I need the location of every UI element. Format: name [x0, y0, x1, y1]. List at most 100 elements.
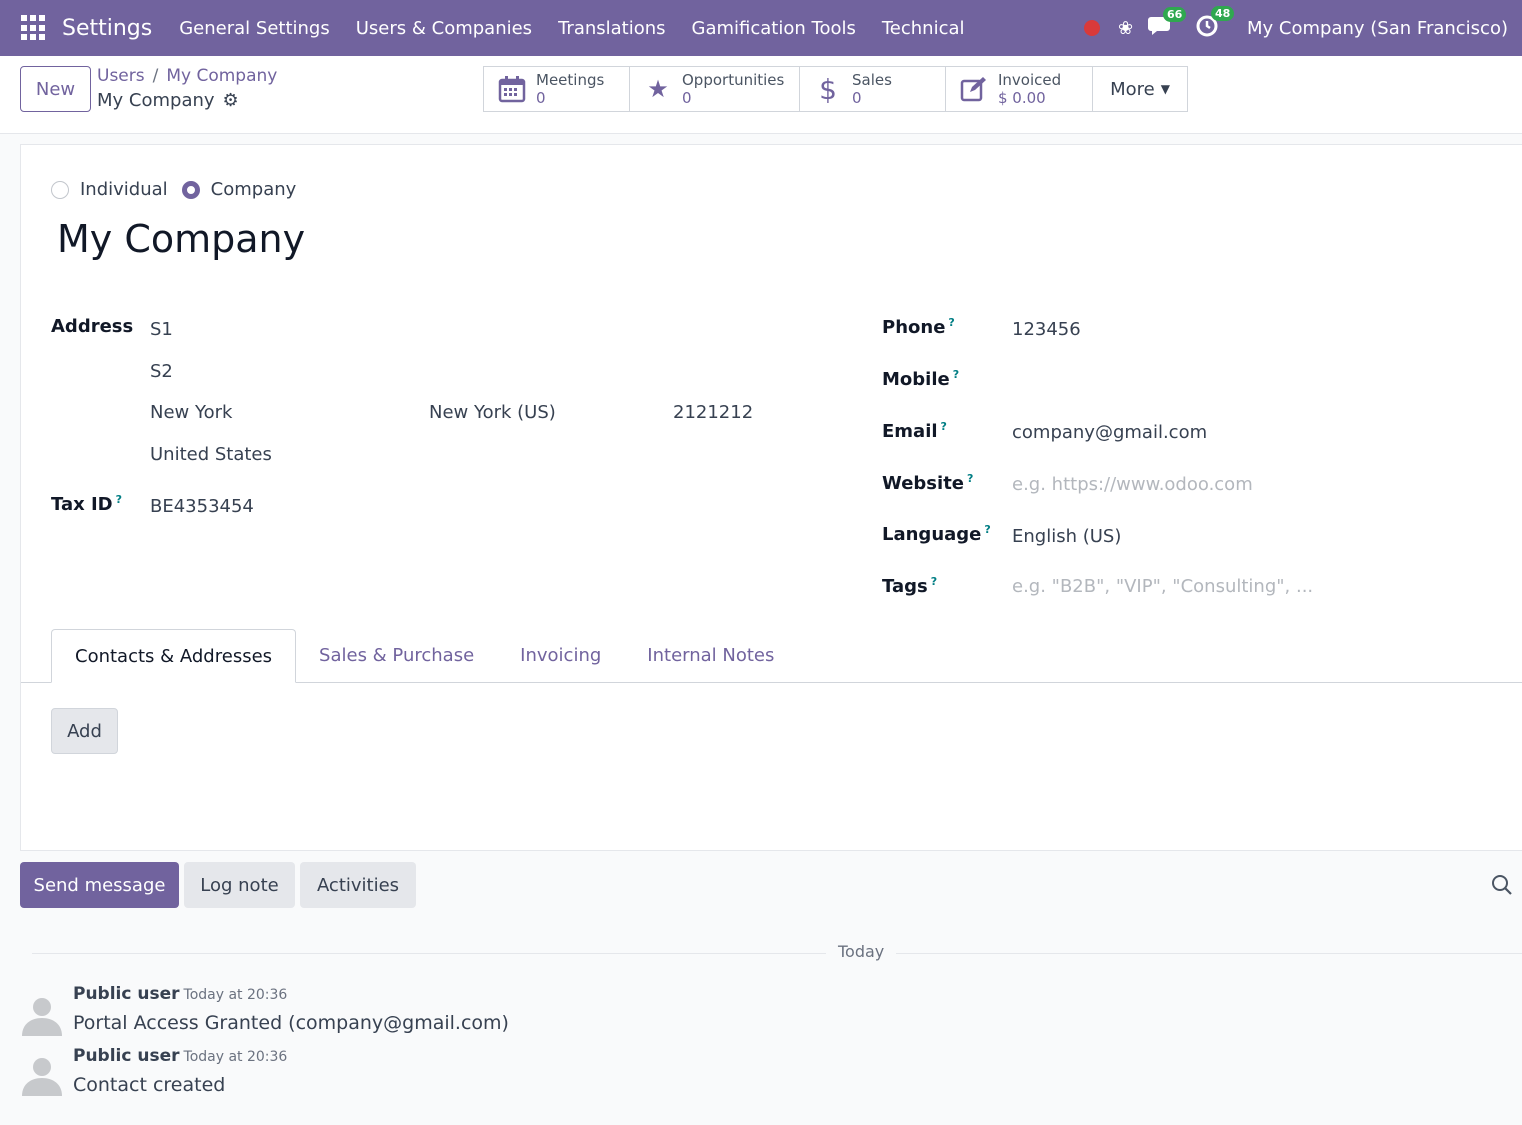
message-author[interactable]: Public user — [73, 984, 180, 1004]
invoiced-value: $ 0.00 — [998, 89, 1046, 107]
sales-value: 0 — [852, 89, 862, 107]
record-title: My Company ⚙ — [97, 90, 239, 111]
language-field[interactable]: English (US) — [1012, 526, 1121, 547]
control-panel: New Users / My Company My Company ⚙ Meeting… — [0, 56, 1522, 134]
messages-count-badge: 66 — [1163, 6, 1187, 22]
company-type-selector: Individual Company — [51, 179, 310, 200]
tags-help-icon[interactable]: ? — [931, 575, 937, 588]
company-label[interactable]: Company — [211, 179, 297, 200]
menu-users-companies[interactable]: Users & Companies — [343, 18, 545, 39]
meetings-smart-button[interactable]: Meetings 0 — [483, 66, 630, 112]
invoiced-smart-button[interactable]: Invoiced $ 0.00 — [946, 66, 1093, 112]
menu-translations[interactable]: Translations — [545, 18, 678, 39]
individual-radio[interactable] — [51, 180, 69, 199]
opportunities-label: Opportunities — [682, 71, 785, 89]
message-body: Portal Access Granted (company@gmail.com… — [73, 1012, 509, 1034]
phone-label: Phone? — [882, 316, 955, 338]
company-switcher[interactable]: My Company (San Francisco) — [1247, 18, 1508, 39]
message-date: Today at 20:36 — [183, 987, 288, 1003]
phone-label-text: Phone — [882, 317, 946, 338]
state-field[interactable]: New York (US) — [429, 402, 556, 423]
edit-icon — [960, 76, 988, 102]
email-label: Email? — [882, 420, 947, 442]
debug-bug-icon[interactable]: ❀ — [1118, 18, 1133, 39]
street2-field[interactable]: S2 — [150, 361, 173, 382]
tax-id-field[interactable]: BE4353454 — [150, 496, 254, 517]
tags-label-text: Tags — [882, 576, 928, 597]
tab-invoicing[interactable]: Invoicing — [497, 629, 624, 683]
tab-sales-purchase[interactable]: Sales & Purchase — [296, 629, 497, 683]
apps-menu-icon[interactable] — [21, 15, 47, 41]
avatar — [22, 998, 62, 1036]
tab-contacts-addresses[interactable]: Contacts & Addresses — [51, 629, 297, 683]
tags-field[interactable]: e.g. "B2B", "VIP", "Consulting", ... — [1012, 576, 1313, 597]
tags-label: Tags? — [882, 575, 937, 597]
meetings-value: 0 — [536, 89, 546, 107]
send-message-button[interactable]: Send message — [20, 862, 179, 908]
website-help-icon[interactable]: ? — [967, 472, 973, 485]
add-contact-button[interactable]: Add — [51, 708, 118, 754]
activities-button[interactable]: Activities — [300, 862, 416, 908]
star-icon: ★ — [647, 75, 669, 103]
caret-down-icon: ▼ — [1160, 82, 1170, 96]
app-brand[interactable]: Settings — [62, 16, 152, 41]
activities-clock-icon[interactable]: 48 — [1195, 5, 1235, 43]
form-sheet: Individual Company My Company Address S1… — [20, 144, 1522, 851]
mobile-help-icon[interactable]: ? — [953, 368, 959, 381]
email-label-text: Email — [882, 421, 938, 442]
email-help-icon[interactable]: ? — [941, 420, 947, 433]
tax-id-help-icon[interactable]: ? — [116, 493, 122, 506]
recording-dot-icon[interactable] — [1083, 20, 1100, 36]
gear-icon[interactable]: ⚙ — [223, 90, 239, 111]
activities-count-badge: 48 — [1211, 5, 1235, 21]
breadcrumb: Users / My Company — [97, 66, 278, 86]
opportunities-value: 0 — [682, 89, 692, 107]
notebook-tabs: Contacts & Addresses Sales & Purchase In… — [51, 629, 797, 683]
country-field[interactable]: United States — [150, 444, 272, 465]
more-button[interactable]: More ▼ — [1093, 66, 1188, 112]
date-separator-label: Today — [826, 942, 897, 961]
mobile-label-text: Mobile — [882, 369, 950, 390]
message-author[interactable]: Public user — [73, 1046, 180, 1066]
breadcrumb-my-company[interactable]: My Company — [166, 66, 277, 86]
partner-name-field[interactable]: My Company — [57, 217, 305, 261]
new-button[interactable]: New — [20, 66, 91, 112]
zip-field[interactable]: 2121212 — [673, 402, 753, 423]
search-icon[interactable] — [1490, 873, 1514, 897]
meetings-label: Meetings — [536, 71, 605, 89]
menu-technical[interactable]: Technical — [869, 18, 978, 39]
mobile-field[interactable] — [1012, 371, 1412, 395]
address-label: Address — [51, 316, 134, 337]
company-radio[interactable] — [181, 180, 200, 199]
mobile-label: Mobile? — [882, 368, 959, 390]
dollar-icon: $ — [819, 72, 837, 106]
website-label-text: Website — [882, 473, 965, 494]
menu-gamification-tools[interactable]: Gamification Tools — [679, 18, 869, 39]
street-field[interactable]: S1 — [150, 319, 173, 340]
messages-icon[interactable]: 66 — [1147, 6, 1187, 42]
message-body: Contact created — [73, 1074, 226, 1096]
website-field[interactable]: e.g. https://www.odoo.com — [1012, 474, 1253, 495]
tab-internal-notes[interactable]: Internal Notes — [624, 629, 797, 683]
invoiced-label: Invoiced — [998, 71, 1062, 89]
email-field[interactable]: company@gmail.com — [1012, 422, 1207, 443]
message-date: Today at 20:36 — [183, 1049, 288, 1065]
breadcrumb-users[interactable]: Users — [97, 66, 145, 86]
city-field[interactable]: New York — [150, 402, 232, 423]
opportunities-smart-button[interactable]: ★ Opportunities 0 — [630, 66, 800, 112]
tax-id-label-text: Tax ID — [51, 494, 113, 515]
avatar — [22, 1058, 62, 1096]
phone-field[interactable]: 123456 — [1012, 319, 1081, 340]
tax-id-label: Tax ID? — [51, 493, 122, 515]
date-separator-line — [32, 953, 1522, 954]
website-label: Website? — [882, 472, 973, 494]
smart-buttons: Meetings 0 ★ Opportunities 0 $ Sales 0 I… — [483, 66, 1188, 112]
record-name-label: My Company — [97, 90, 215, 111]
phone-help-icon[interactable]: ? — [948, 316, 954, 329]
language-label-text: Language — [882, 524, 982, 545]
log-note-button[interactable]: Log note — [184, 862, 295, 908]
menu-general-settings[interactable]: General Settings — [166, 18, 343, 39]
language-help-icon[interactable]: ? — [984, 523, 990, 536]
individual-label[interactable]: Individual — [80, 179, 168, 200]
sales-smart-button[interactable]: $ Sales 0 — [800, 66, 946, 112]
